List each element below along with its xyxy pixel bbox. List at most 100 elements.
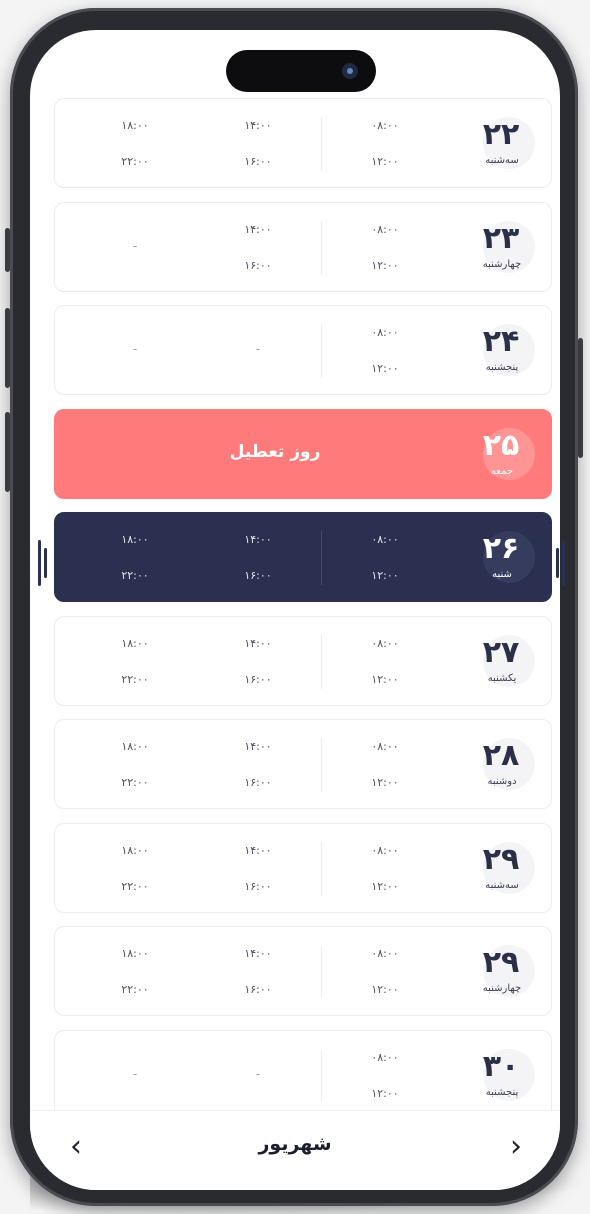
day-name: دوشنبه (487, 776, 517, 787)
selected-row-grip-right (556, 540, 570, 586)
day-badge: ۲۴ پنجشنبه (475, 318, 541, 384)
time-slot[interactable]: ۱۴:۰۰ ۱۶:۰۰ (198, 203, 318, 291)
slot-start-time: ۱۴:۰۰ (244, 533, 272, 546)
slot-start-time: ۱۴:۰۰ (244, 740, 272, 753)
slot-start-time: ۰۸:۰۰ (371, 843, 399, 857)
slot-end-time: ۲۲:۰۰ (121, 983, 149, 996)
row-divider (321, 117, 322, 171)
slot-end-time: ۱۲:۰۰ (371, 569, 399, 582)
slot-end-time: ۲۲:۰۰ (121, 879, 149, 893)
camera-icon (342, 63, 358, 79)
day-badge: ۲۳ چهارشنبه (475, 215, 541, 281)
time-slot[interactable]: ۱۸:۰۰ ۲۲:۰۰ (75, 927, 195, 1015)
time-slot[interactable]: - (75, 203, 195, 291)
slot-start-time: ۱۸:۰۰ (121, 947, 149, 960)
time-slot[interactable]: ۰۸:۰۰ ۱۲:۰۰ (325, 306, 445, 394)
day-row[interactable]: ۲۷ یکشنبه ۰۸:۰۰ ۱۲:۰۰ ۱۴:۰۰ ۱۶:۰۰ ۱۸:۰۰ ۲۲:۰۰ (54, 615, 552, 706)
slot-start-time: ۱۸:۰۰ (121, 843, 149, 857)
day-number: ۲۹ (482, 945, 520, 980)
row-divider (321, 945, 322, 999)
row-divider (321, 1048, 322, 1103)
slot-start-time: ۱۴:۰۰ (244, 947, 272, 960)
day-row[interactable]: ۲۶ شنبه ۰۸:۰۰ ۱۲:۰۰ ۱۴:۰۰ ۱۶:۰۰ ۱۸:۰۰ ۲۲:۰۰ (54, 512, 552, 602)
slot-start-time: ۰۸:۰۰ (371, 1050, 399, 1064)
day-list: ۲۲ سه‌شنبه ۰۸:۰۰ ۱۲:۰۰ ۱۴:۰۰ ۱۶:۰۰ ۱۸:۰۰ ۲۲:۰۰ ۲… (30, 30, 560, 1190)
time-slot[interactable]: ۱۴:۰۰ ۱۶:۰۰ (198, 824, 318, 912)
slot-start-time: ۱۸:۰۰ (121, 740, 149, 753)
row-divider (321, 324, 322, 378)
time-slot[interactable]: ۱۴:۰۰ ۱۶:۰۰ (198, 513, 318, 601)
time-slot[interactable]: ۱۴:۰۰ ۱۶:۰۰ (198, 99, 318, 187)
row-divider (321, 738, 322, 792)
day-row[interactable]: ۲۹ چهارشنبه ۰۸:۰۰ ۱۲:۰۰ ۱۴:۰۰ ۱۶:۰۰ ۱۸:۰۰ ۲۲:۰۰ (54, 926, 552, 1016)
mute-switch (5, 228, 10, 272)
day-badge: ۲۶ شنبه (475, 525, 541, 591)
day-row[interactable]: ۲۹ سه‌شنبه ۰۸:۰۰ ۱۲:۰۰ ۱۴:۰۰ ۱۶:۰۰ ۱۸:۰۰ ۲۲:۰۰ (54, 822, 552, 913)
row-divider (321, 634, 322, 689)
holiday-row: ۲۵ جمعه روز تعطیل (54, 408, 552, 499)
slot-start-time: ۱۴:۰۰ (244, 636, 272, 650)
slot-start-time: ۰۸:۰۰ (371, 740, 399, 753)
day-row[interactable]: ۳۰ پنجشنبه ۰۸:۰۰ ۱۲:۰۰ - - (54, 1029, 552, 1120)
time-slot[interactable]: - (198, 1031, 318, 1119)
slot-end-time: ۱۶:۰۰ (244, 258, 272, 272)
time-slot[interactable]: ۱۸:۰۰ ۲۲:۰۰ (75, 824, 195, 912)
time-slot[interactable]: - (75, 306, 195, 394)
time-slot[interactable]: ۱۸:۰۰ ۲۲:۰۰ (75, 720, 195, 808)
day-number: ۲۳ (482, 220, 520, 256)
slot-end-time: ۱۲:۰۰ (371, 1086, 399, 1100)
slot-end-time: ۲۲:۰۰ (121, 776, 149, 789)
day-number: ۳۰ (482, 1048, 520, 1084)
empty-slot: - (132, 342, 138, 356)
time-slot[interactable]: ۰۸:۰۰ ۱۲:۰۰ (325, 99, 445, 187)
time-slot[interactable]: ۰۸:۰۰ ۱۲:۰۰ (325, 720, 445, 808)
slot-end-time: ۱۶:۰۰ (244, 879, 272, 893)
time-slot[interactable]: ۰۸:۰۰ ۱۲:۰۰ (325, 824, 445, 912)
dynamic-island (226, 50, 376, 92)
empty-slot: - (132, 238, 138, 253)
time-slot[interactable]: ۱۴:۰۰ ۱۶:۰۰ (198, 720, 318, 808)
slot-start-time: ۰۸:۰۰ (371, 326, 399, 339)
slot-end-time: ۱۲:۰۰ (371, 983, 399, 996)
day-row[interactable]: ۲۸ دوشنبه ۰۸:۰۰ ۱۲:۰۰ ۱۴:۰۰ ۱۶:۰۰ ۱۸:۰۰ ۲۲:۰۰ (54, 719, 552, 809)
day-row[interactable]: ۲۴ پنجشنبه ۰۸:۰۰ ۱۲:۰۰ - - (54, 305, 552, 395)
slot-start-time: ۰۸:۰۰ (371, 222, 399, 236)
volume-up-button (5, 308, 10, 388)
day-number: ۲۸ (482, 738, 520, 773)
day-badge: ۲۸ دوشنبه (475, 732, 541, 798)
slot-end-time: ۱۶:۰۰ (244, 776, 272, 789)
time-slot[interactable]: ۰۸:۰۰ ۱۲:۰۰ (325, 203, 445, 291)
time-slot[interactable]: ۱۴:۰۰ ۱۶:۰۰ (198, 617, 318, 705)
day-name: چهارشنبه (482, 258, 522, 270)
time-slot[interactable]: ۰۸:۰۰ ۱۲:۰۰ (325, 513, 445, 601)
time-slot[interactable]: - (198, 306, 318, 394)
time-slot[interactable]: ۱۸:۰۰ ۲۲:۰۰ (75, 513, 195, 601)
slot-end-time: ۱۶:۰۰ (244, 569, 272, 582)
time-slot[interactable]: ۰۸:۰۰ ۱۲:۰۰ (325, 1031, 445, 1119)
slot-end-time: ۲۲:۰۰ (121, 155, 149, 168)
chevron-right-icon[interactable]: › (498, 1129, 534, 1165)
time-slot[interactable]: ۰۸:۰۰ ۱۲:۰۰ (325, 927, 445, 1015)
empty-slot: - (132, 1066, 138, 1081)
slot-start-time: ۰۸:۰۰ (371, 636, 399, 650)
day-number: ۲۹ (482, 841, 520, 877)
day-badge: ۳۰ پنجشنبه (475, 1043, 541, 1109)
slot-end-time: ۱۲:۰۰ (371, 776, 399, 789)
day-badge: ۲۹ چهارشنبه (475, 939, 541, 1005)
empty-slot: - (255, 1066, 261, 1081)
time-slot[interactable]: - (75, 1031, 195, 1119)
slot-start-time: ۰۸:۰۰ (371, 947, 399, 960)
day-row[interactable]: ۲۳ چهارشنبه ۰۸:۰۰ ۱۲:۰۰ ۱۴:۰۰ ۱۶:۰۰ - (54, 201, 552, 292)
day-name: پنجشنبه (485, 362, 519, 373)
slot-end-time: ۱۲:۰۰ (371, 155, 399, 168)
time-slot[interactable]: ۱۸:۰۰ ۲۲:۰۰ (75, 99, 195, 187)
time-slot[interactable]: ۱۴:۰۰ ۱۶:۰۰ (198, 927, 318, 1015)
day-row[interactable]: ۲۲ سه‌شنبه ۰۸:۰۰ ۱۲:۰۰ ۱۴:۰۰ ۱۶:۰۰ ۱۸:۰۰ ۲۲:۰۰ (54, 98, 552, 188)
day-name: شنبه (492, 569, 512, 580)
time-slot[interactable]: ۱۸:۰۰ ۲۲:۰۰ (75, 617, 195, 705)
day-name: سه‌شنبه (485, 155, 519, 166)
time-slot[interactable]: ۰۸:۰۰ ۱۲:۰۰ (325, 617, 445, 705)
row-divider (321, 841, 322, 896)
slot-end-time: ۱۲:۰۰ (371, 672, 399, 686)
slot-start-time: ۰۸:۰۰ (371, 533, 399, 546)
